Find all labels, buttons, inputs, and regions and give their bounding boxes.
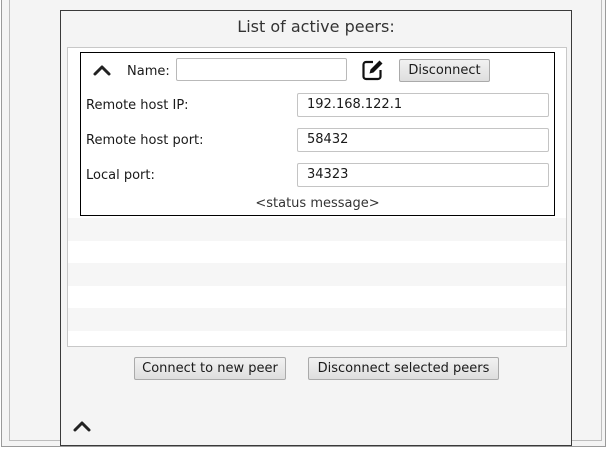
edit-square-icon: [362, 60, 383, 80]
panel-title: List of active peers:: [237, 17, 395, 36]
collapse-panel-button[interactable]: [71, 417, 93, 435]
peer-name-input[interactable]: [176, 58, 347, 81]
connect-new-peer-button[interactable]: Connect to new peer: [134, 357, 286, 380]
frame-divider-right: [601, 0, 602, 440]
edit-name-button[interactable]: [361, 58, 385, 81]
list-row-stripe: [68, 308, 566, 331]
list-row-stripe: [68, 263, 566, 286]
chevron-up-icon: [93, 65, 111, 76]
status-message: <status message>: [255, 196, 380, 211]
peers-panel: List of active peers: Name: Disconnect R…: [60, 10, 572, 446]
peer-list[interactable]: Name: Disconnect Remote host IP: 192.168…: [67, 47, 567, 347]
remote-port-field[interactable]: 58432: [297, 128, 549, 152]
name-label: Name:: [127, 64, 170, 79]
remote-ip-field[interactable]: 192.168.122.1: [297, 93, 549, 117]
local-port-field[interactable]: 34323: [297, 163, 549, 187]
chevron-up-icon: [73, 421, 91, 432]
local-port-label: Local port:: [86, 168, 155, 183]
disconnect-selected-button[interactable]: Disconnect selected peers: [308, 357, 499, 380]
list-row-stripe: [68, 218, 566, 241]
frame-divider-left: [9, 0, 10, 440]
collapse-peer-button[interactable]: [91, 61, 113, 79]
peer-entry[interactable]: Name: Disconnect Remote host IP: 192.168…: [80, 52, 555, 216]
disconnect-button[interactable]: Disconnect: [399, 59, 490, 82]
remote-ip-label: Remote host IP:: [86, 98, 189, 113]
remote-port-label: Remote host port:: [86, 133, 204, 148]
